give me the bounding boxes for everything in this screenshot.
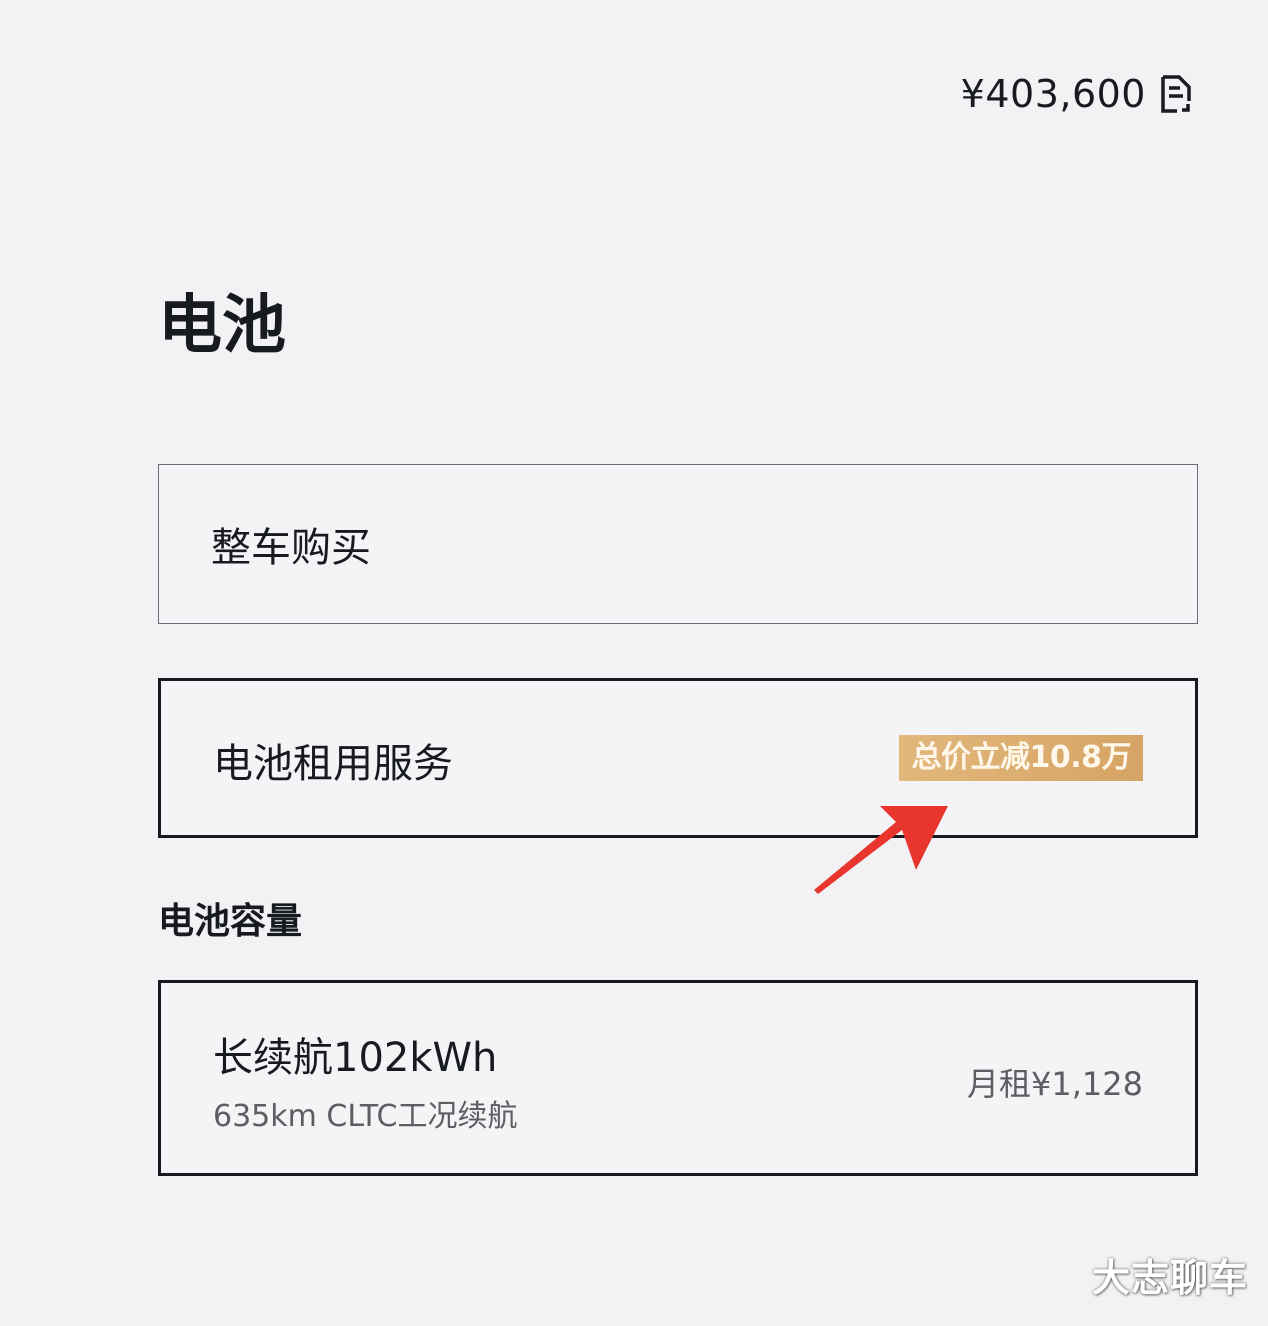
- price-summary: ¥403,600: [961, 72, 1192, 116]
- total-price: ¥403,600: [960, 72, 1146, 116]
- discount-badge: 总价立减10.8万: [899, 735, 1143, 781]
- document-icon[interactable]: [1160, 74, 1192, 114]
- battery-capacity-title: 电池容量: [158, 901, 303, 942]
- battery-section-title: 电池: [158, 289, 286, 363]
- option-label: 电池租用服务: [213, 741, 453, 787]
- option-whole-car-purchase[interactable]: 整车购买: [158, 464, 1198, 624]
- option-battery-rental-service[interactable]: 电池租用服务 总价立减10.8万: [158, 678, 1198, 838]
- monthly-rent-price: 月租¥1,128: [967, 1065, 1143, 1103]
- option-label: 整车购买: [211, 525, 371, 571]
- watermark: 大志聊车: [1091, 1256, 1248, 1300]
- capacity-range: 635km CLTC工况续航: [213, 1099, 518, 1134]
- capacity-name: 长续航102kWh: [213, 1035, 498, 1081]
- red-arrow-icon: [814, 806, 948, 894]
- option-long-range-102kwh[interactable]: 长续航102kWh 635km CLTC工况续航 月租¥1,128: [158, 980, 1198, 1176]
